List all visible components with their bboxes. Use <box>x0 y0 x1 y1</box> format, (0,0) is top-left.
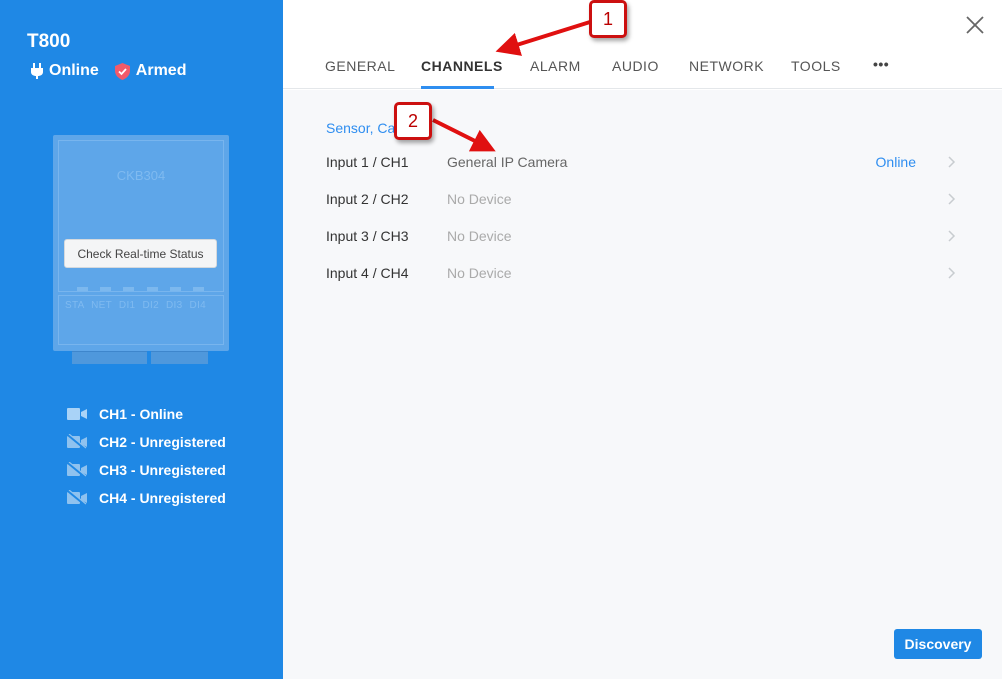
chevron-right-icon <box>948 267 956 279</box>
chevron-right-icon <box>948 156 956 168</box>
channel-status-item: CH2 - Unregistered <box>67 428 226 456</box>
channel-status-item: CH1 - Online <box>67 400 226 428</box>
channel-status-item: CH3 - Unregistered <box>67 456 226 484</box>
device-type: No Device <box>447 191 512 207</box>
device-type: No Device <box>447 228 512 244</box>
device-panel <box>58 140 224 292</box>
device-name: T800 <box>27 31 71 52</box>
check-realtime-status-button[interactable]: Check Real-time Status <box>64 239 217 268</box>
chevron-right-icon <box>948 193 956 205</box>
input-label: Input 2 / CH2 <box>326 191 409 207</box>
annotation-callout-1: 1 <box>589 0 627 38</box>
online-label: Online <box>49 62 99 79</box>
input-label: Input 4 / CH4 <box>326 265 409 281</box>
channel-status-item: CH4 - Unregistered <box>67 484 226 512</box>
armed-status: Armed <box>114 62 187 80</box>
annotation-callout-2: 2 <box>394 102 432 140</box>
channel-status-label: CH3 - Unregistered <box>99 462 226 478</box>
led-indicator <box>193 287 204 291</box>
active-tab-indicator <box>421 86 494 89</box>
device-status-row: Online Armed <box>31 62 202 80</box>
device-sidebar: T800 Online Armed CKB304 STA NET DI1 DI2… <box>0 0 283 679</box>
online-status: Online <box>31 62 99 80</box>
armed-label: Armed <box>135 62 187 79</box>
chevron-right-icon <box>948 230 956 242</box>
led-indicator <box>100 287 111 291</box>
device-type: General IP Camera <box>447 154 568 170</box>
settings-panel: GENERAL CHANNELS ALARM AUDIO NETWORK TOO… <box>283 0 1002 679</box>
tab-bar: GENERAL CHANNELS ALARM AUDIO NETWORK TOO… <box>283 0 1002 89</box>
channel-row[interactable]: Input 1 / CH1 General IP Camera Online <box>326 147 956 177</box>
led-indicator <box>170 287 181 291</box>
plug-icon <box>31 63 43 79</box>
input-label: Input 1 / CH1 <box>326 154 409 170</box>
camera-off-icon <box>67 490 87 506</box>
tab-general[interactable]: GENERAL <box>325 58 395 74</box>
camera-icon <box>67 408 87 420</box>
section-title: Sensor, Ca <box>326 120 396 136</box>
terminal-block <box>72 351 147 364</box>
shield-icon <box>114 62 130 80</box>
terminal-block <box>151 351 208 364</box>
channel-row[interactable]: Input 3 / CH3 No Device <box>326 221 956 251</box>
led-indicator <box>77 287 88 291</box>
tab-alarm[interactable]: ALARM <box>530 58 581 74</box>
channel-row[interactable]: Input 4 / CH4 No Device <box>326 258 956 288</box>
channel-status: Online <box>875 154 916 170</box>
camera-off-icon <box>67 462 87 478</box>
device-model-label: CKB304 <box>116 168 166 183</box>
channel-row[interactable]: Input 2 / CH2 No Device <box>326 184 956 214</box>
led-labels: STA NET DI1 DI2 DI3 DI4 <box>65 300 207 311</box>
tab-audio[interactable]: AUDIO <box>612 58 659 74</box>
camera-off-icon <box>67 434 87 450</box>
led-indicator <box>147 287 158 291</box>
tab-network[interactable]: NETWORK <box>689 58 764 74</box>
led-indicator <box>123 287 134 291</box>
channel-status-label: CH4 - Unregistered <box>99 490 226 506</box>
tab-more[interactable]: ••• <box>873 56 889 72</box>
close-icon[interactable] <box>964 14 986 36</box>
channel-status-label: CH2 - Unregistered <box>99 434 226 450</box>
channel-status-label: CH1 - Online <box>99 406 184 422</box>
input-label: Input 3 / CH3 <box>326 228 409 244</box>
discovery-button[interactable]: Discovery <box>894 629 982 659</box>
tab-tools[interactable]: TOOLS <box>791 58 841 74</box>
tab-channels[interactable]: CHANNELS <box>421 58 503 74</box>
device-type: No Device <box>447 265 512 281</box>
channel-status-list: CH1 - Online CH2 - Unregistered CH3 - Un… <box>67 400 226 512</box>
channels-content: Sensor, Ca Input 1 / CH1 General IP Came… <box>283 90 1002 679</box>
